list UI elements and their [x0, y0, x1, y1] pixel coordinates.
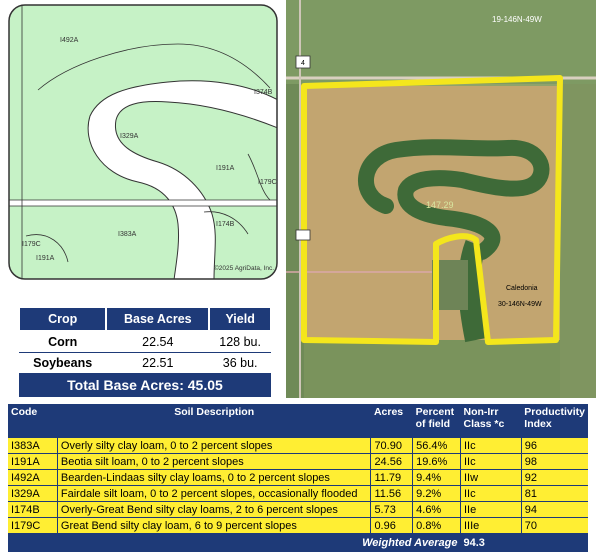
code-cell: I492A	[8, 469, 58, 486]
acres-cell: 11.79	[370, 469, 414, 486]
yield-cell: 128 bu.	[209, 331, 271, 353]
class-cell: IIc	[460, 438, 522, 454]
table-row: I383A Overly silty clay loam, 0 to 2 per…	[8, 438, 588, 454]
soil-table: Code Soil Description Acres Percent of f…	[8, 404, 588, 552]
place-label: Caledonia	[506, 285, 538, 292]
crop-cell: Corn	[19, 331, 107, 353]
column-header: Crop	[17, 306, 108, 332]
acres-cell: 11.56	[370, 485, 414, 502]
aerial-map: 4 19-146N-49W 147.29 Caledonia 30-146N-4…	[286, 0, 596, 398]
yield-cell: 36 bu.	[209, 352, 271, 374]
desc-cell: Overly-Great Bend silty clay loams, 2 to…	[57, 501, 372, 518]
acres-cell: 24.56	[370, 453, 414, 470]
road-label: 4	[301, 60, 305, 67]
soil-map: I492A I329A I191A I179C I383A I174B I179…	[8, 4, 278, 280]
map-label: I174B	[216, 221, 235, 228]
pct-cell: 9.4%	[412, 469, 461, 486]
map-label: I179C	[22, 241, 41, 248]
column-header: Percent of field	[412, 404, 461, 438]
desc-cell: Bearden-Lindaas silty clay loams, 0 to 2…	[57, 469, 372, 486]
base-acres-table: Crop Base Acres Yield Corn 22.54 128 bu.…	[17, 306, 272, 397]
code-cell: I174B	[8, 501, 58, 518]
table-row: I492A Bearden-Lindaas silty clay loams, …	[8, 469, 588, 486]
acreage-label: 147.29	[426, 200, 454, 210]
class-cell: IIe	[460, 501, 522, 518]
prod-cell: 92	[521, 469, 588, 486]
class-cell: IIw	[460, 469, 522, 486]
desc-cell: Fairdale silt loam, 0 to 2 percent slope…	[57, 485, 372, 502]
column-header: Soil Description	[57, 404, 371, 438]
pct-cell: 4.6%	[412, 501, 461, 518]
section-label: 30-146N-49W	[498, 301, 542, 308]
column-header: Base Acres	[105, 306, 211, 332]
code-cell: I179C	[8, 517, 58, 534]
table-row: I329A Fairdale silt loam, 0 to 2 percent…	[8, 485, 588, 502]
column-header: Acres	[370, 404, 413, 438]
table-row: Corn 22.54 128 bu.	[19, 331, 271, 353]
weighted-average-label: Weighted Average	[8, 533, 461, 552]
map-label: I191A	[36, 255, 55, 262]
acres-cell: 22.54	[106, 331, 210, 353]
pct-cell: 19.6%	[412, 453, 461, 470]
code-cell: I191A	[8, 453, 58, 470]
code-cell: I329A	[8, 485, 58, 502]
pct-cell: 9.2%	[412, 485, 461, 502]
prod-cell: 96	[521, 438, 588, 454]
map-label: I179C	[258, 179, 277, 186]
table-row: I179C Great Bend silty clay loam, 6 to 9…	[8, 517, 588, 534]
acres-cell: 22.51	[106, 352, 210, 374]
weighted-average-value: 94.3	[460, 533, 588, 552]
column-header: Code	[8, 404, 58, 438]
acres-cell: 70.90	[370, 438, 414, 454]
table-row: I174B Overly-Great Bend silty clay loams…	[8, 501, 588, 518]
desc-cell: Beotia silt loam, 0 to 2 percent slopes	[57, 453, 372, 470]
prod-cell: 81	[521, 485, 588, 502]
desc-cell: Overly silty clay loam, 0 to 2 percent s…	[57, 438, 372, 454]
map-label: I329A	[120, 133, 139, 140]
code-cell: I383A	[8, 438, 58, 454]
map-label: I383A	[118, 231, 137, 238]
table-row: I191A Beotia silt loam, 0 to 2 percent s…	[8, 453, 588, 470]
acres-cell: 0.96	[370, 517, 414, 534]
section-label: 19-146N-49W	[492, 15, 542, 24]
map-label: I191A	[216, 165, 235, 172]
pct-cell: 56.4%	[412, 438, 461, 454]
column-header: Non-Irr Class *c	[460, 404, 522, 438]
map-label: I492A	[60, 37, 79, 44]
column-header: Productivity Index	[521, 404, 588, 438]
map-copyright: ©2025 AgriData, Inc.	[214, 264, 274, 272]
prod-cell: 70	[521, 517, 588, 534]
prod-cell: 94	[521, 501, 588, 518]
class-cell: IIc	[460, 485, 522, 502]
class-cell: IIc	[460, 453, 522, 470]
prod-cell: 98	[521, 453, 588, 470]
class-cell: IIIe	[460, 517, 522, 534]
map-label: I374B	[254, 89, 273, 96]
desc-cell: Great Bend silty clay loam, 6 to 9 perce…	[57, 517, 372, 534]
total-base-acres: Total Base Acres: 45.05	[19, 373, 271, 397]
table-row: Soybeans 22.51 36 bu.	[19, 352, 271, 374]
pct-cell: 0.8%	[412, 517, 461, 534]
crop-cell: Soybeans	[19, 352, 107, 374]
column-header: Yield	[208, 306, 272, 332]
acres-cell: 5.73	[370, 501, 414, 518]
